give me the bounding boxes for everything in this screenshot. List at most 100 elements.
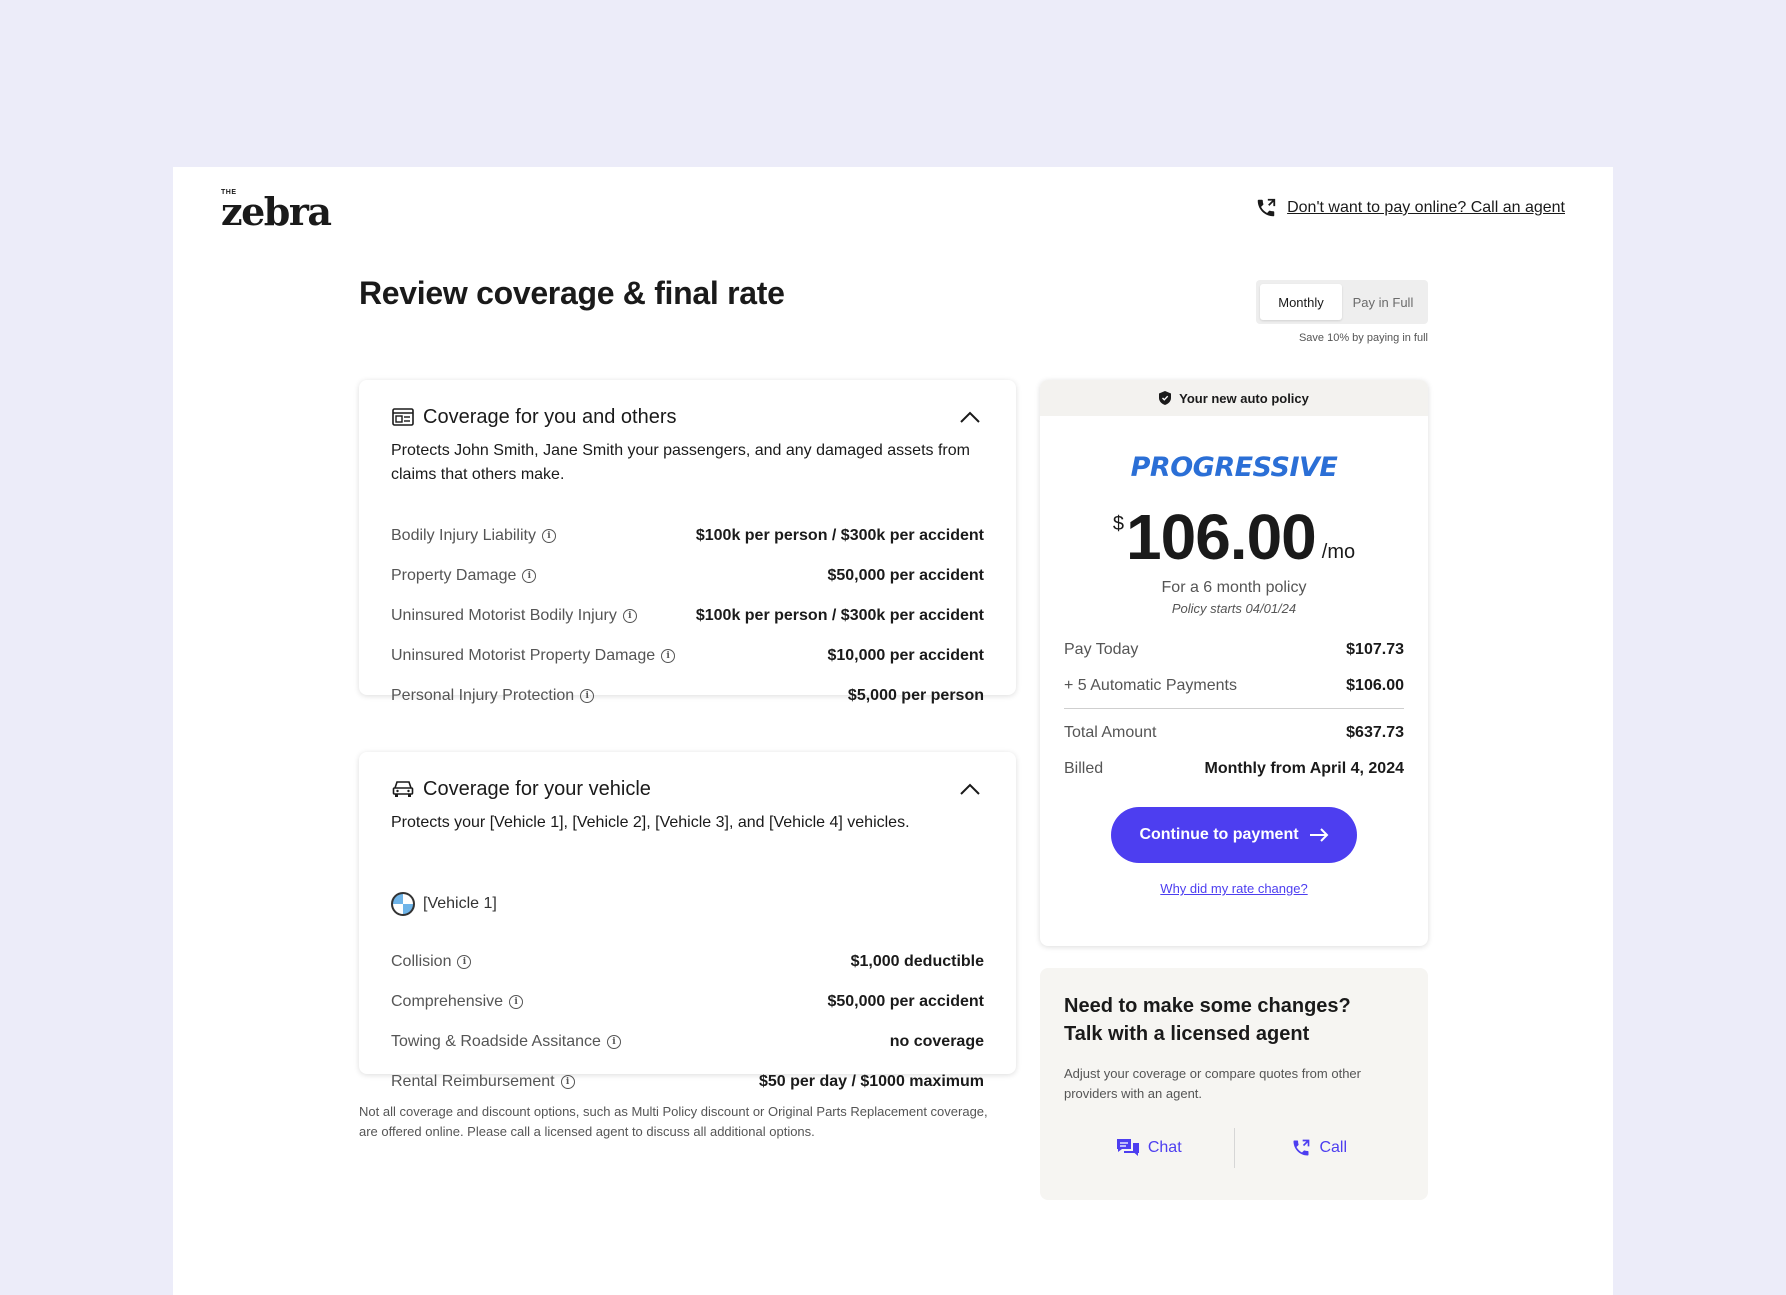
payment-breakdown: Pay Today $107.73 + 5 Automatic Payments… bbox=[1040, 632, 1428, 787]
coverage-value: $50,000 per accident bbox=[827, 567, 984, 584]
policy-summary-card: Your new auto policy PROGRESSIVE $ 106.0… bbox=[1040, 380, 1428, 946]
info-icon[interactable]: i bbox=[580, 689, 595, 703]
policy-start-date: Policy starts 04/01/24 bbox=[1171, 601, 1297, 616]
vehicle-name: [Vehicle 1] bbox=[423, 895, 497, 912]
coverage-label: Towing & Roadside Assitance bbox=[391, 1033, 601, 1050]
info-icon[interactable]: i bbox=[622, 609, 637, 623]
coverage-value: $5,000 per person bbox=[847, 687, 984, 704]
coverage-row: Collision i $1,000 deductible bbox=[391, 942, 984, 982]
coverage-label: Property Damage bbox=[391, 567, 517, 584]
agent-actions: Chat Call bbox=[1064, 1128, 1404, 1168]
coverage-row: Rental Reimbursement i $50 per day / $100… bbox=[391, 1062, 984, 1102]
continue-to-payment-label: Continue to payment bbox=[1139, 826, 1299, 843]
info-icon[interactable]: i bbox=[661, 649, 676, 663]
coverage-others-header[interactable]: Coverage for you and others bbox=[391, 402, 984, 432]
phone-icon bbox=[1293, 1139, 1310, 1156]
id-card-icon bbox=[391, 405, 415, 429]
coverage-others-card: Coverage for you and others Protects Joh… bbox=[359, 380, 1016, 704]
page-title: Review coverage & final rate bbox=[359, 275, 785, 311]
monthly-price: $ 106.00 /mo bbox=[1040, 505, 1428, 569]
continue-to-payment-button[interactable]: Continue to payment bbox=[1111, 807, 1357, 863]
price-amount: 106.00 bbox=[1126, 501, 1317, 573]
payment-line-value: $106.00 bbox=[1346, 677, 1404, 694]
coverage-value: no coverage bbox=[889, 1033, 984, 1050]
coverage-label: Bodily Injury Liability bbox=[391, 527, 536, 544]
page-container: THE zebra Don't want to pay online? Call… bbox=[173, 167, 1613, 1295]
chat-button[interactable]: Chat bbox=[1064, 1138, 1234, 1158]
payment-line-label: Total Amount bbox=[1064, 724, 1157, 741]
coverage-vehicle-description: Protects your [Vehicle 1], [Vehicle 2], … bbox=[391, 814, 910, 831]
payment-line-label: + 5 Automatic Payments bbox=[1064, 677, 1237, 694]
coverage-value: $100k per person / $300k per accident bbox=[695, 607, 984, 624]
coverage-value: $50 per day / $1000 maximum bbox=[758, 1073, 984, 1090]
call-button-label: Call bbox=[1319, 1139, 1348, 1156]
coverage-label: Rental Reimbursement bbox=[391, 1073, 555, 1090]
chevron-up-icon[interactable] bbox=[956, 403, 984, 431]
chevron-up-icon[interactable] bbox=[956, 775, 984, 803]
coverage-label: Collision bbox=[391, 953, 452, 970]
coverage-row: Uninsured Motorist Bodily Injury i $100k … bbox=[391, 596, 984, 636]
payment-line: Billed Monthly from April 4, 2024 bbox=[1064, 751, 1404, 787]
payment-line: + 5 Automatic Payments $106.00 bbox=[1064, 668, 1404, 704]
info-icon[interactable]: i bbox=[606, 1035, 621, 1049]
info-icon[interactable]: i bbox=[541, 529, 556, 543]
coverage-vehicle-header[interactable]: Coverage for your vehicle bbox=[391, 774, 984, 804]
agent-help-card: Need to make some changes? Talk with a l… bbox=[1040, 968, 1428, 1200]
call-agent-link[interactable]: Don't want to pay online? Call an agent bbox=[1255, 197, 1565, 219]
coverage-label: Uninsured Motorist Bodily Injury bbox=[391, 607, 617, 624]
coverage-row: Personal Injury Protection i $5,000 per p… bbox=[391, 676, 984, 716]
payment-line: Pay Today $107.73 bbox=[1064, 632, 1404, 668]
coverage-vehicle-card: Coverage for your vehicle Protects your … bbox=[359, 752, 1016, 1090]
coverage-others-description: Protects John Smith, Jane Smith your pas… bbox=[391, 442, 970, 483]
price-period: /mo bbox=[1321, 541, 1356, 563]
shield-icon bbox=[1159, 391, 1172, 405]
toggle-pay-in-full[interactable]: Pay in Full bbox=[1342, 284, 1424, 320]
coverage-others-title: Coverage for you and others bbox=[423, 405, 677, 428]
coverage-row: Uninsured Motorist Property Damage i $10,… bbox=[391, 636, 984, 676]
agent-heading-line1: Need to make some changes? bbox=[1064, 995, 1351, 1017]
call-button[interactable]: Call bbox=[1235, 1138, 1405, 1158]
agent-heading-line2: Talk with a licensed agent bbox=[1064, 1023, 1310, 1045]
policy-header: Your new auto policy bbox=[1040, 380, 1428, 416]
agent-description: Adjust your coverage or compare quotes f… bbox=[1064, 1066, 1361, 1101]
payment-line-value: $107.73 bbox=[1346, 641, 1404, 658]
breakdown-divider bbox=[1064, 708, 1404, 709]
info-icon[interactable]: i bbox=[457, 955, 472, 969]
coverage-value: $50,000 per accident bbox=[827, 993, 984, 1010]
bmw-logo-icon bbox=[391, 892, 415, 916]
coverage-value: $1,000 deductible bbox=[850, 953, 984, 970]
car-icon bbox=[391, 777, 415, 801]
toggle-monthly[interactable]: Monthly bbox=[1260, 284, 1342, 320]
call-agent-link-label: Don't want to pay online? Call an agent bbox=[1287, 199, 1565, 216]
payment-line-value: $637.73 bbox=[1346, 724, 1404, 741]
rate-change-link[interactable]: Why did my rate change? bbox=[1040, 881, 1428, 896]
info-icon[interactable]: i bbox=[509, 995, 524, 1009]
agent-heading: Need to make some changes? Talk with a l… bbox=[1064, 992, 1351, 1048]
logo-word-text: zebra bbox=[221, 189, 332, 234]
coverage-row: Property Damage i $50,000 per accident bbox=[391, 556, 984, 596]
coverage-others-rows: Bodily Injury Liability i $100k per perso… bbox=[391, 516, 984, 716]
vehicle-label: [Vehicle 1] bbox=[391, 892, 497, 916]
coverage-vehicle-rows: Collision i $1,000 deductible Comprehensi… bbox=[391, 942, 984, 1102]
payment-frequency-toggle[interactable]: Monthly Pay in Full bbox=[1256, 280, 1428, 324]
arrow-right-icon bbox=[1309, 828, 1328, 842]
coverage-label: Uninsured Motorist Property Damage bbox=[391, 647, 656, 664]
chat-icon bbox=[1116, 1139, 1139, 1156]
payment-line-label: Pay Today bbox=[1064, 641, 1139, 658]
coverage-value: $10,000 per accident bbox=[827, 647, 984, 664]
pay-in-full-savings-note: Save 10% by paying in full bbox=[1298, 332, 1428, 344]
coverage-value: $100k per person / $300k per accident bbox=[695, 527, 984, 544]
coverage-vehicle-title: Coverage for your vehicle bbox=[423, 777, 651, 800]
info-icon[interactable]: i bbox=[560, 1075, 575, 1089]
coverage-label: Comprehensive bbox=[391, 993, 504, 1010]
chat-button-label: Chat bbox=[1147, 1139, 1182, 1156]
price-currency: $ bbox=[1112, 513, 1125, 535]
coverage-disclaimer: Not all coverage and discount options, s… bbox=[359, 1104, 988, 1139]
phone-icon bbox=[1257, 198, 1276, 217]
payment-line: Total Amount $637.73 bbox=[1064, 715, 1404, 751]
payment-line-label: Billed bbox=[1064, 760, 1104, 777]
policy-term: For a 6 month policy bbox=[1161, 579, 1307, 596]
info-icon[interactable]: i bbox=[522, 569, 537, 583]
coverage-row: Towing & Roadside Assitance i no coverage bbox=[391, 1022, 984, 1062]
zebra-logo[interactable]: THE zebra bbox=[221, 189, 333, 234]
